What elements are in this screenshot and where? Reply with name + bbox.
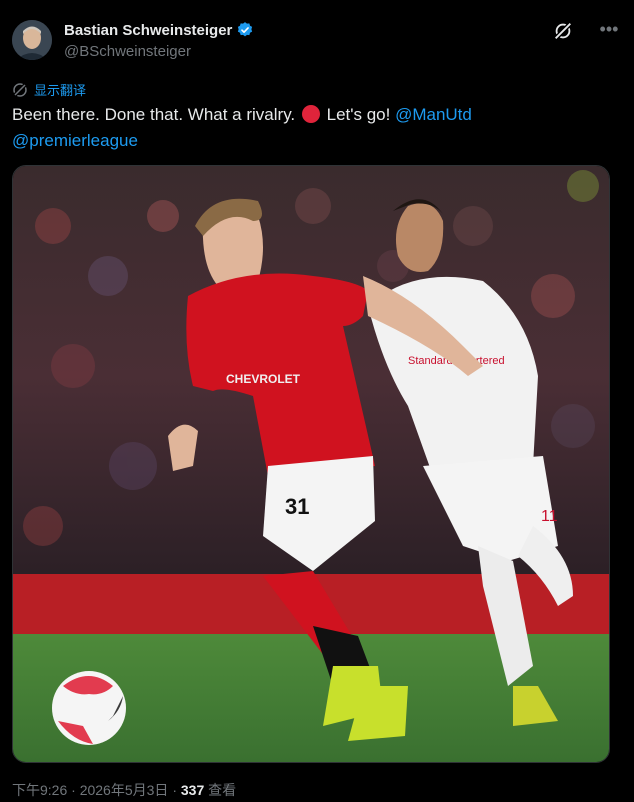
author-handle[interactable]: @BSchweinsteiger (64, 43, 254, 60)
tweet-meta: 下午9:26 · 2026年5月3日 · 337 查看 (12, 780, 236, 800)
tweet-text-part2: Let's go! (321, 105, 396, 124)
author-block: Bastian Schweinsteiger @BSchweinsteiger (64, 21, 254, 60)
views-label: 查看 (208, 782, 237, 798)
home-number: 31 (285, 494, 309, 519)
tweet-header: Bastian Schweinsteiger @BSchweinsteiger … (12, 16, 622, 64)
meta-separator: · (172, 782, 181, 798)
tweet-date[interactable]: 2026年5月3日 (80, 782, 169, 798)
away-number: 11 (541, 508, 558, 525)
author-display-name[interactable]: Bastian Schweinsteiger (64, 22, 232, 39)
meta-separator: · (71, 782, 80, 798)
translate-icon (12, 82, 28, 97)
avatar-image (12, 20, 52, 60)
tweet-photo[interactable]: Standard Chartered 11 CHEVROLET 31 (12, 165, 610, 763)
more-icon[interactable]: ••• (598, 18, 620, 40)
avatar[interactable] (12, 20, 52, 60)
home-sponsor: CHEVROLET (226, 372, 301, 386)
translate-link[interactable]: 显示翻译 (12, 80, 86, 99)
verified-badge-icon[interactable] (236, 21, 254, 39)
tweet-text: Been there. Done that. What a rivalry. L… (12, 102, 612, 154)
author-name-row[interactable]: Bastian Schweinsteiger (64, 21, 254, 39)
views-count: 337 (180, 782, 205, 798)
grok-icon[interactable] (552, 20, 574, 42)
tweet-text-part1: Been there. Done that. What a rivalry. (12, 105, 300, 124)
mention-manutd[interactable]: @ManUtd (395, 105, 472, 124)
tweet-time[interactable]: 下午9:26 (12, 782, 67, 798)
football-match-photo: Standard Chartered 11 CHEVROLET 31 (13, 166, 609, 762)
football (52, 671, 126, 745)
mention-premierleague[interactable]: @premierleague (12, 131, 138, 150)
translate-label[interactable]: 显示翻译 (34, 80, 86, 99)
red-circle-emoji (301, 105, 320, 123)
